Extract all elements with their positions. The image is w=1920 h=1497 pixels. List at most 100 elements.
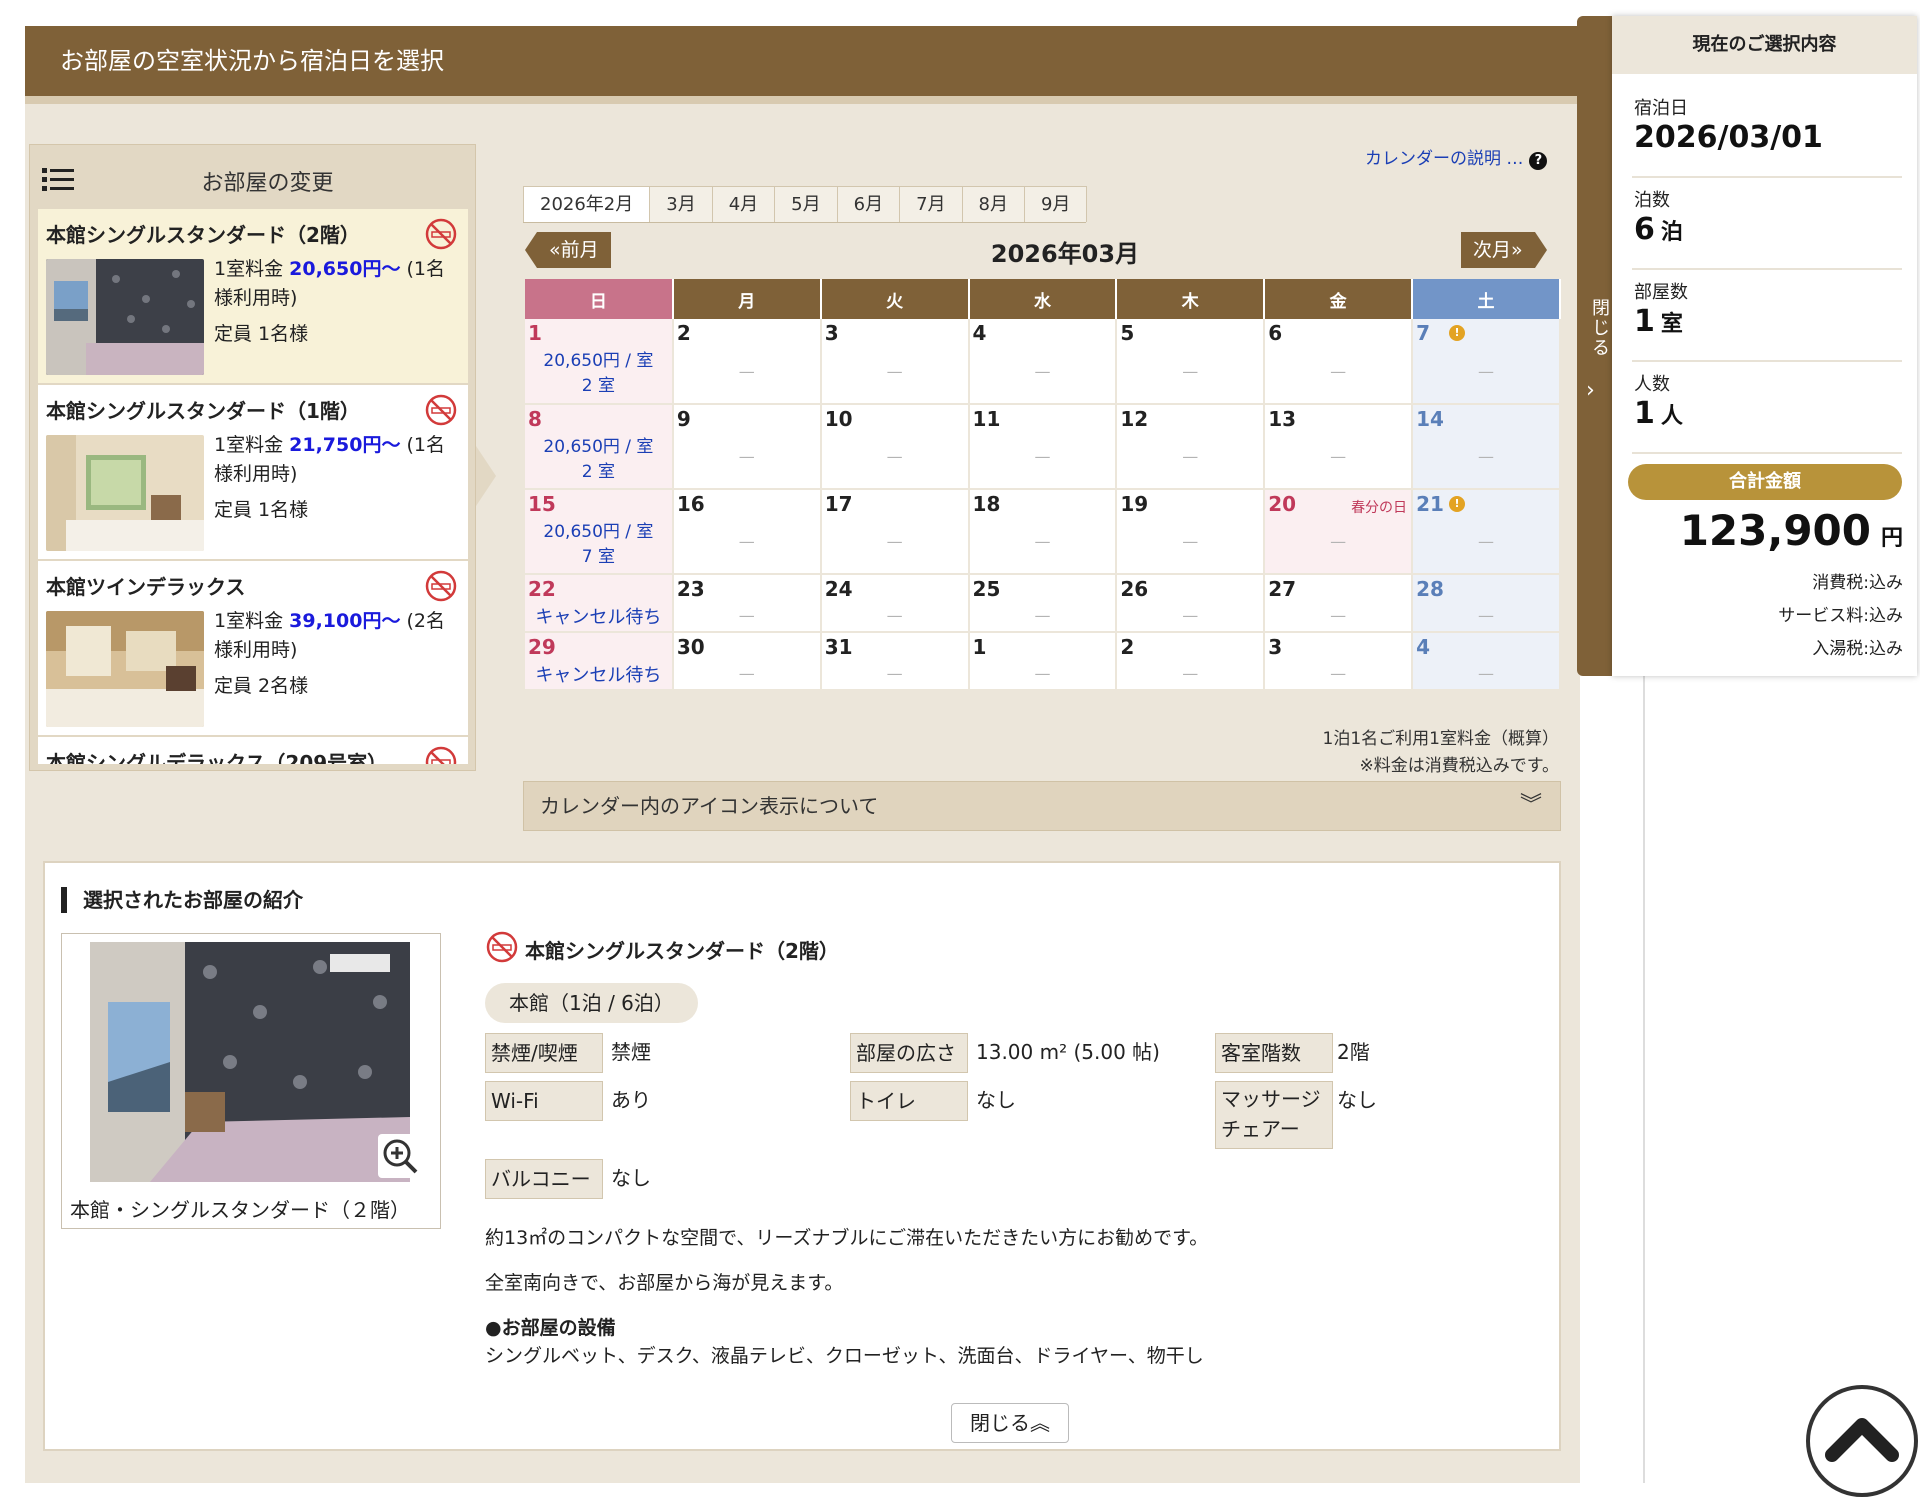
main-area: お部屋の空室状況から宿泊日を選択 お部屋の変更 本館シングルスタンダード（2階）… bbox=[25, 26, 1580, 1483]
waitlist-link[interactable]: キャンセル待ち bbox=[525, 603, 672, 629]
calendar-day: 23— bbox=[672, 574, 822, 633]
calendar-week: 1 20,650円 / 室2 室 2— 3— 4— 5— 6— 7! — bbox=[525, 319, 1561, 405]
spec-label: マッサージチェアー bbox=[1215, 1081, 1333, 1149]
room-name: 本館シングルスタンダード（2階） bbox=[46, 223, 360, 247]
tab-month[interactable]: 5月 bbox=[774, 186, 838, 222]
calendar-day: 7! — bbox=[1412, 319, 1561, 405]
tax-note: 消費税:込み bbox=[1812, 573, 1903, 593]
calendar-day: 3— bbox=[820, 319, 970, 405]
info-icon[interactable]: ! bbox=[1449, 325, 1466, 341]
tab-month[interactable]: 4月 bbox=[711, 186, 776, 222]
room-intro-section: 選択されたお部屋の紹介 本館・シングルスタンダード（２階） 本館シングルスタンダ… bbox=[43, 861, 1561, 1451]
no-smoking-icon bbox=[425, 570, 457, 602]
sidebar-toggle[interactable]: 閉じる › bbox=[1577, 16, 1615, 676]
calendar-day: 30— bbox=[672, 632, 822, 691]
room-price-text: 1室料金 20,650円〜 (1名様利用時) bbox=[214, 258, 446, 309]
calendar-day: 6— bbox=[1264, 319, 1414, 405]
day-price[interactable]: 20,650円 / 室7 室 bbox=[525, 520, 672, 570]
divider bbox=[1643, 676, 1645, 1483]
spec-label: 禁煙/喫煙 bbox=[485, 1033, 603, 1073]
tax-note: サービス料:込み bbox=[1778, 606, 1903, 626]
room-thumbnail bbox=[46, 435, 204, 551]
no-smoking-icon bbox=[425, 746, 457, 764]
room-panel-header: お部屋の変更 bbox=[30, 145, 475, 209]
calendar-day: 10— bbox=[820, 404, 970, 490]
room-capacity: 定員 1名様 bbox=[214, 499, 309, 521]
page-title: お部屋の空室状況から宿泊日を選択 bbox=[25, 26, 1580, 104]
facilities-heading: ●お部屋の設備 bbox=[485, 1317, 616, 1339]
zoom-icon[interactable] bbox=[378, 1134, 422, 1178]
calendar-day: 27— bbox=[1264, 574, 1414, 633]
room-item[interactable]: 本館シングルデラックス（209号室） bbox=[38, 737, 468, 764]
tab-month[interactable]: 9月 bbox=[1023, 186, 1088, 222]
spec-value: 2階 bbox=[1337, 1040, 1370, 1064]
spec-value: なし bbox=[611, 1166, 651, 1190]
scroll-to-top-button[interactable] bbox=[1806, 1385, 1918, 1497]
calendar-day: 19— bbox=[1116, 489, 1266, 575]
calendar-day: 18— bbox=[968, 489, 1118, 575]
calendar-week: 22 キャンセル待ち 23— 24— 25— 26— 27— 28— bbox=[525, 574, 1561, 633]
tab-month[interactable]: 6月 bbox=[836, 186, 901, 222]
room-price-text: 1室料金 39,100円〜 (2名様利用時) bbox=[214, 610, 446, 661]
tab-month[interactable]: 8月 bbox=[961, 186, 1025, 222]
calendar-day[interactable]: 15 20,650円 / 室7 室 bbox=[525, 489, 674, 575]
calendar-day: 26— bbox=[1116, 574, 1266, 633]
waitlist-link[interactable]: キャンセル待ち bbox=[525, 661, 672, 687]
calendar-day: 25— bbox=[968, 574, 1118, 633]
close-intro-button[interactable]: 閉じる︽ bbox=[951, 1403, 1069, 1443]
chevron-right-icon: › bbox=[1586, 378, 1595, 403]
spec-label: バルコニー bbox=[485, 1159, 603, 1199]
room-item[interactable]: 本館シングルスタンダード（2階） 1室料金 20,650円〜 (1名様利用時) … bbox=[38, 209, 468, 385]
month-tabs: 2026年2月 3月 4月 5月 6月 7月 8月 9月 bbox=[523, 186, 1088, 223]
room-panel-title: お部屋の変更 bbox=[201, 171, 334, 196]
icon-legend-accordion[interactable]: カレンダー内のアイコン表示について ︾ bbox=[523, 781, 1561, 831]
calendar-week: 8 20,650円 / 室2 室 9— 10— 11— 12— 13— 14— bbox=[525, 404, 1561, 490]
room-item[interactable]: 本館シングルスタンダード（1階） 1室料金 21,750円〜 (1名様利用時) … bbox=[38, 385, 468, 561]
tab-month[interactable]: 7月 bbox=[899, 186, 963, 222]
weekday-label: 火 bbox=[820, 279, 970, 319]
tax-note: 入湯税:込み bbox=[1812, 639, 1903, 659]
double-chevron-right-icon: » bbox=[1511, 239, 1523, 261]
calendar-day[interactable]: 8 20,650円 / 室2 室 bbox=[525, 404, 674, 490]
calendar-day[interactable]: 22 キャンセル待ち bbox=[525, 574, 674, 633]
summary-people: 人数 1 人 bbox=[1632, 364, 1902, 454]
weekday-header: 日 月 火 水 木 金 土 bbox=[525, 279, 1561, 319]
calendar-day: 20 春分の日 — bbox=[1264, 489, 1414, 575]
calendar-day: 17— bbox=[820, 489, 970, 575]
calendar-note: 1泊1名ご利用1室料金（概算） ※料金は消費税込みです。 bbox=[1322, 729, 1559, 776]
spec-label: 客室階数 bbox=[1215, 1033, 1333, 1073]
info-icon[interactable]: ! bbox=[1449, 496, 1466, 512]
question-icon: ? bbox=[1529, 152, 1548, 170]
room-item[interactable]: 本館ツインデラックス 1室料金 39,100円〜 (2名様利用時) 定員 2名様 bbox=[38, 561, 468, 737]
calendar-day: 3— bbox=[1264, 632, 1414, 691]
calendar-day: 2— bbox=[1116, 632, 1266, 691]
calendar-help-link[interactable]: カレンダーの説明 …? bbox=[1365, 144, 1548, 170]
calendar-week: 15 20,650円 / 室7 室 16— 17— 18— 19— 20 春分の日 —… bbox=[525, 489, 1561, 575]
weekday-label: 月 bbox=[672, 279, 822, 319]
prev-month-button[interactable]: «前月 bbox=[525, 232, 611, 268]
summary-title: 現在のご選択内容 bbox=[1612, 16, 1917, 74]
tab-month[interactable]: 2026年2月 bbox=[523, 186, 651, 222]
calendar-day: 4— bbox=[1412, 632, 1561, 691]
chevron-up-icon bbox=[1825, 1418, 1899, 1462]
calendar-day[interactable]: 1 20,650円 / 室2 室 bbox=[525, 319, 674, 405]
next-month-button[interactable]: 次月» bbox=[1461, 232, 1547, 268]
chevron-down-icon: ︾ bbox=[1519, 793, 1542, 818]
calendar-day: 4— bbox=[968, 319, 1118, 405]
day-price[interactable]: 20,650円 / 室2 室 bbox=[525, 435, 672, 485]
room-photo[interactable] bbox=[90, 942, 410, 1182]
room-thumbnail bbox=[46, 259, 204, 375]
summary-rooms: 部屋数 1 室 bbox=[1632, 272, 1902, 362]
calendar-title: 2026年03月 bbox=[990, 240, 1140, 268]
spec-value: なし bbox=[976, 1088, 1016, 1112]
tab-month[interactable]: 3月 bbox=[649, 186, 713, 222]
calendar-day: 31— bbox=[820, 632, 970, 691]
total-label: 合計金額 bbox=[1628, 464, 1902, 500]
room-name: 本館ツインデラックス bbox=[46, 575, 246, 599]
holiday-label: 春分の日 bbox=[1351, 500, 1408, 516]
calendar-day: 2— bbox=[672, 319, 822, 405]
day-price[interactable]: 20,650円 / 室2 室 bbox=[525, 349, 672, 399]
room-capacity: 定員 2名様 bbox=[214, 675, 309, 697]
room-photo-card[interactable]: 本館・シングルスタンダード（２階） bbox=[61, 933, 441, 1229]
calendar-day[interactable]: 29 キャンセル待ち bbox=[525, 632, 674, 691]
